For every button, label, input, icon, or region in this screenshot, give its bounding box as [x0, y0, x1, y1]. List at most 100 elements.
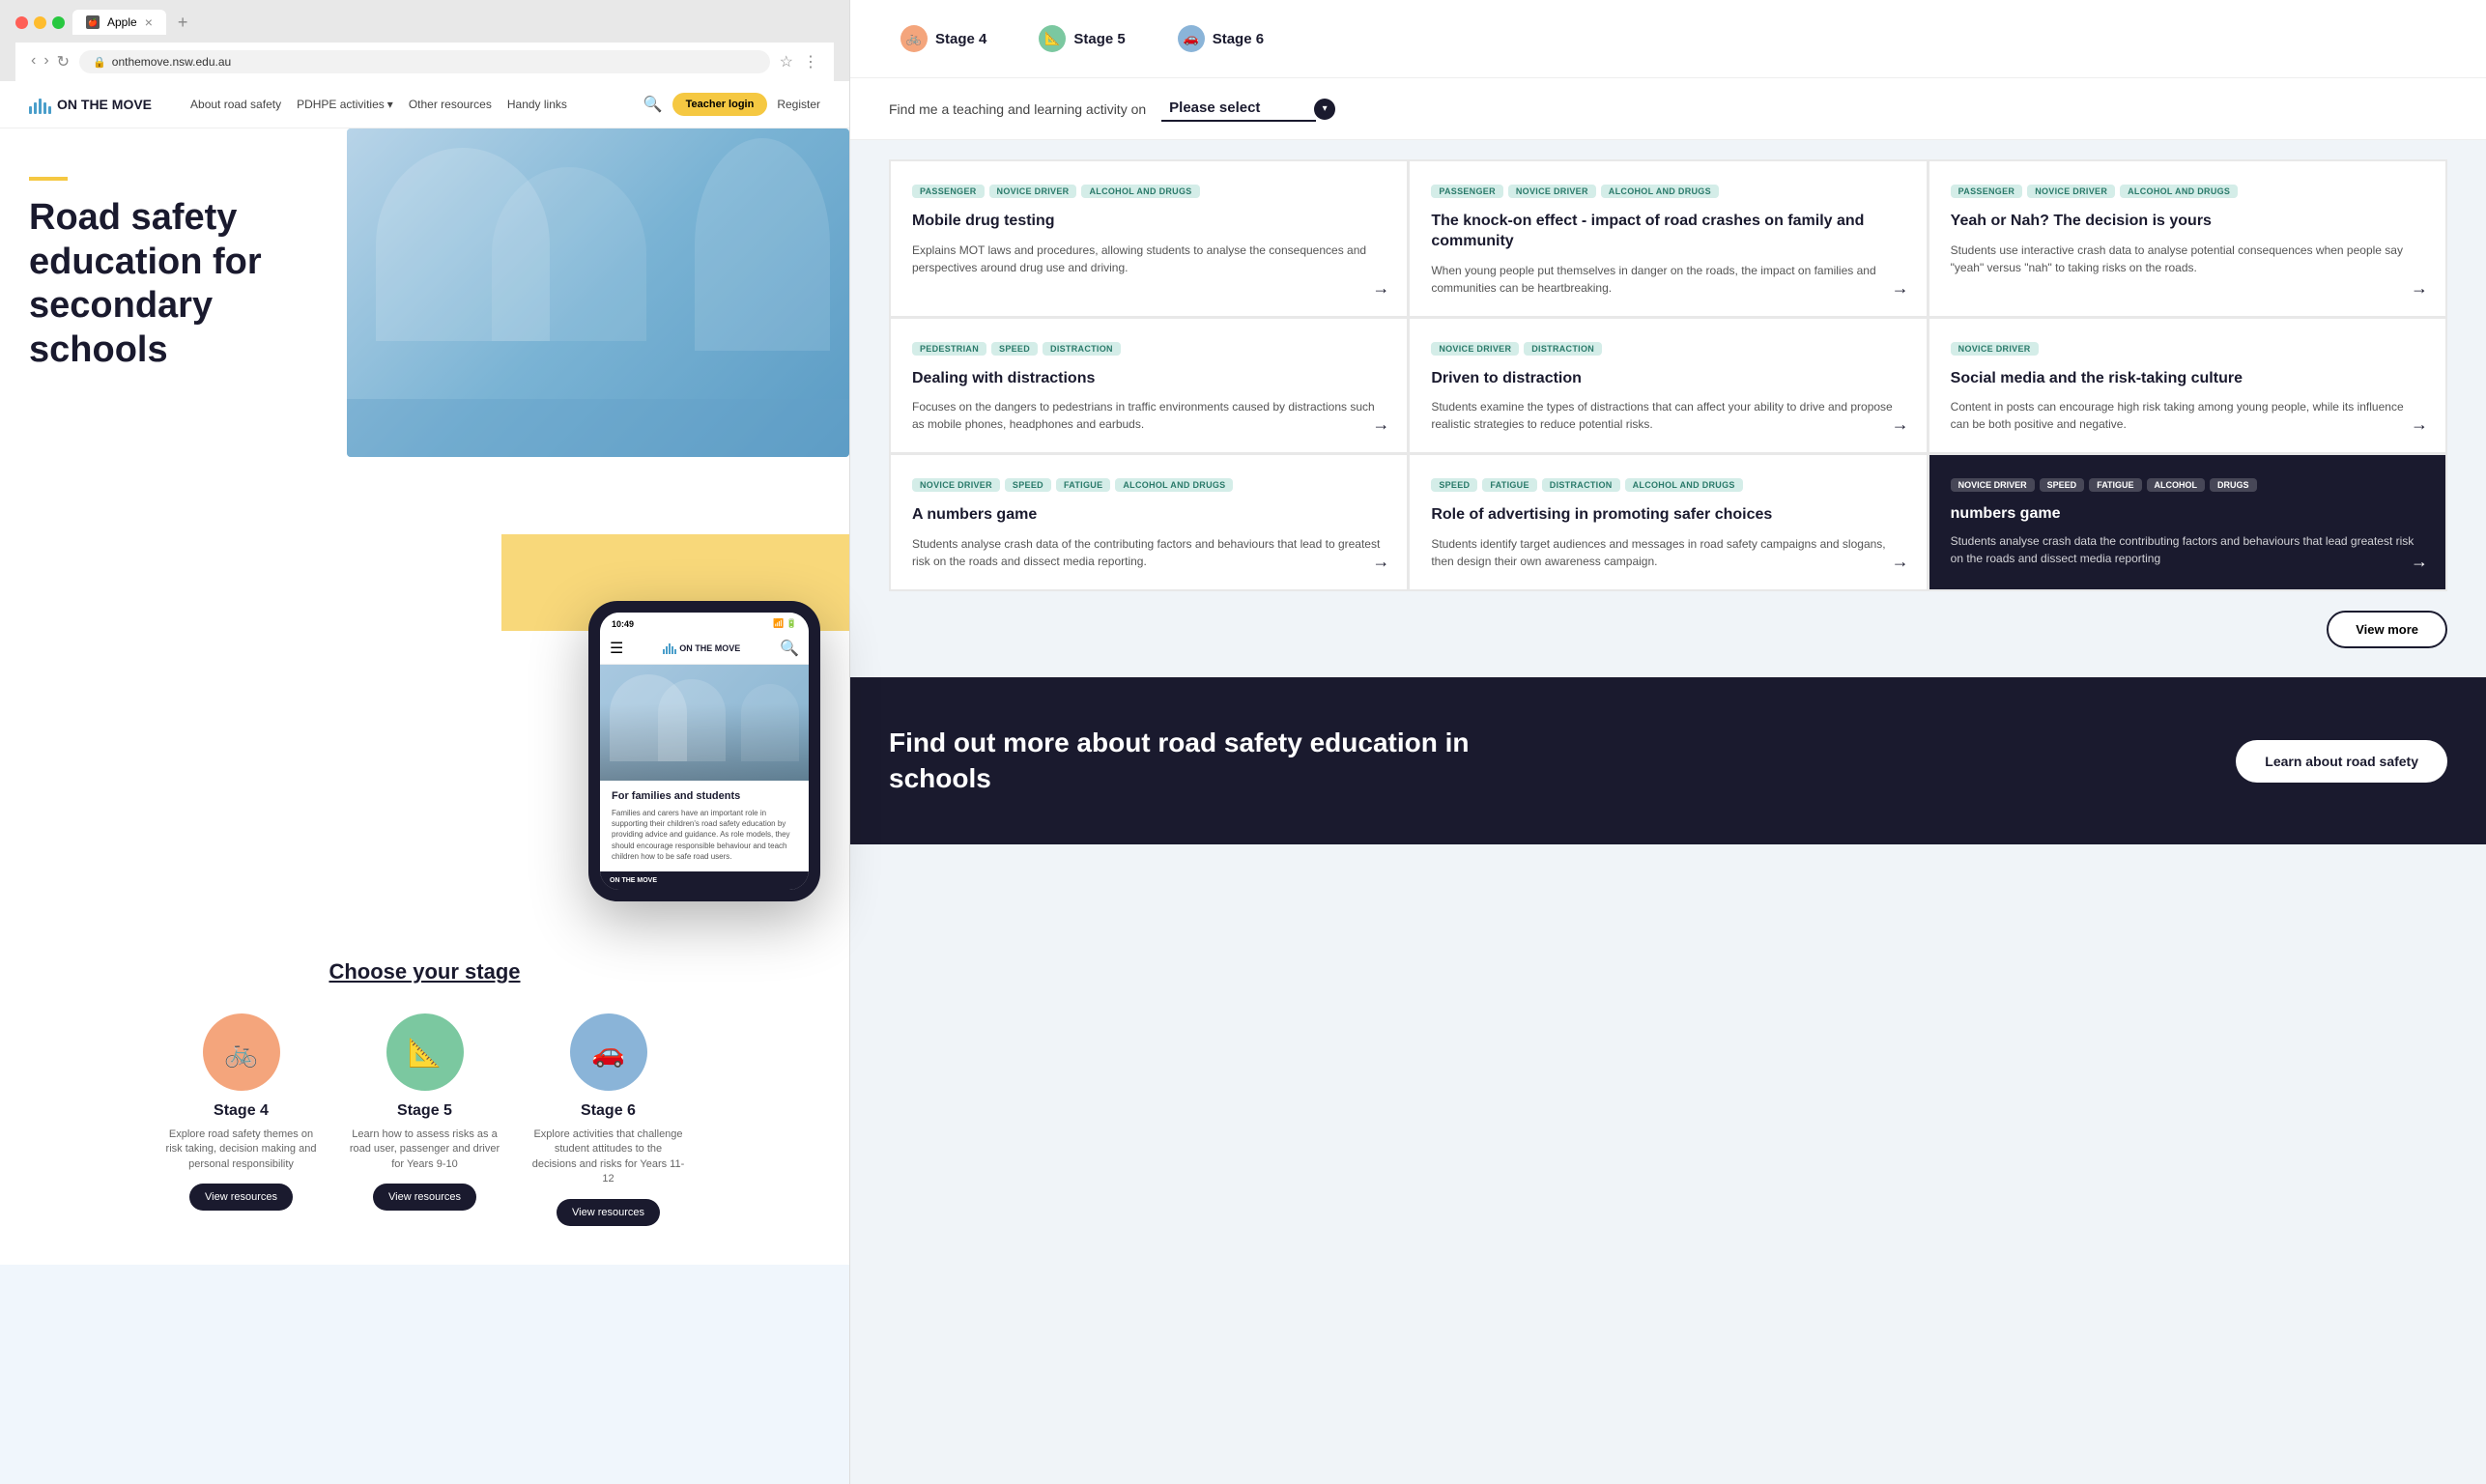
card-8-tags: SPEED FATIGUE DISTRACTION ALCOHOL AND DR…: [1431, 478, 1904, 492]
browser-chrome: 🍎 Apple × + ‹ › ↻ 🔒 onthemove.nsw.edu.au…: [0, 0, 849, 81]
stage-6-name: Stage 6: [531, 1102, 686, 1120]
card-3-desc: Students use interactive crash data to a…: [1951, 242, 2424, 276]
nav-about[interactable]: About road safety: [190, 98, 281, 111]
phone-logo-bars: [663, 642, 676, 654]
learn-about-road-safety-button[interactable]: Learn about road safety: [2236, 740, 2447, 783]
search-icon[interactable]: 🔍: [643, 95, 663, 114]
logo-text: ON THE MOVE: [57, 97, 152, 112]
card-7-arrow: →: [1372, 552, 1389, 572]
fullscreen-button[interactable]: [52, 16, 65, 29]
hero-students-bg: [347, 128, 849, 457]
browser-panel: 🍎 Apple × + ‹ › ↻ 🔒 onthemove.nsw.edu.au…: [0, 0, 850, 1484]
activity-card-numbers-game[interactable]: NOvIce DRIVER SPEED Fatigue ALCOHOL drug…: [1929, 454, 2446, 590]
activity-card-7[interactable]: NOVICE DRIVER SPEED FATIGUE ALCOHOL AND …: [890, 454, 1408, 590]
new-tab-button[interactable]: +: [178, 13, 188, 33]
activity-card-6[interactable]: NOVICE DRIVER Social media and the risk-…: [1929, 318, 2446, 454]
minimize-button[interactable]: [34, 16, 46, 29]
card-8-tag-3: DISTRACTION: [1542, 478, 1620, 492]
card-2-title: The knock-on effect - impact of road cra…: [1431, 212, 1904, 252]
phone-menu-icon[interactable]: ☰: [610, 639, 623, 658]
phone-footer-logo: ON THE MOVE: [610, 877, 657, 884]
stage-4-resources-button[interactable]: View resources: [189, 1184, 293, 1211]
card-7-title: A numbers game: [912, 505, 1386, 526]
address-bar[interactable]: 🔒 onthemove.nsw.edu.au: [79, 50, 770, 73]
stage-6-resources-button[interactable]: View resources: [557, 1199, 660, 1226]
stage-tab-4-icon: 🚲: [900, 25, 928, 52]
card-1-title: Mobile drug testing: [912, 212, 1386, 232]
more-icon[interactable]: ⋮: [803, 52, 818, 71]
card-8-tag-2: FATIGUE: [1482, 478, 1536, 492]
cards-grid-row-3: NOVICE DRIVER SPEED FATIGUE ALCOHOL AND …: [889, 454, 2447, 591]
activity-card-2[interactable]: PASSENGER NOVICE DRIVER ALCOHOL AND DRUG…: [1409, 160, 1927, 317]
stage-4-desc: Explore road safety themes on risk takin…: [164, 1127, 319, 1172]
back-button[interactable]: ‹: [31, 52, 36, 71]
forward-button[interactable]: ›: [43, 52, 48, 71]
card-8-arrow: →: [1892, 552, 1909, 572]
activity-card-4[interactable]: PEDESTRIAN SPEED DISTRACTION Dealing wit…: [890, 318, 1408, 454]
stage-card-6[interactable]: 🚗 Stage 6 Explore activities that challe…: [531, 1013, 686, 1226]
stage-tab-5-label: Stage 5: [1073, 31, 1125, 47]
stage-card-5[interactable]: 📐 Stage 5 Learn how to assess risks as a…: [348, 1013, 502, 1226]
hero-text: Road safety education for secondary scho…: [29, 177, 338, 372]
stage-card-4[interactable]: 🚲 Stage 4 Explore road safety themes on …: [164, 1013, 319, 1226]
phone-search-icon[interactable]: 🔍: [780, 639, 799, 658]
nav-other[interactable]: Other resources: [409, 98, 492, 111]
numbers-game-desc: Students analyse crash data the contribu…: [1951, 532, 2424, 567]
close-button[interactable]: [15, 16, 28, 29]
phone-hero-image: [600, 665, 809, 781]
url-text: onthemove.nsw.edu.au: [112, 55, 231, 69]
phone-mockup: 10:49 📶 🔋 ☰: [588, 601, 820, 901]
phone-nav: ☰ ON THE MOVE 🔍: [600, 633, 809, 665]
card-2-tag-3: ALCOHOL AND DRUGS: [1601, 185, 1719, 198]
card-7-desc: Students analyse crash data of the contr…: [912, 535, 1386, 570]
card-3-title: Yeah or Nah? The decision is yours: [1951, 212, 2424, 232]
stage-5-resources-button[interactable]: View resources: [373, 1184, 476, 1211]
stage-tab-6[interactable]: 🚗 Stage 6: [1166, 19, 1275, 58]
stage-tab-4[interactable]: 🚲 Stage 4: [889, 19, 998, 58]
stage-4-icon: 🚲: [203, 1013, 280, 1091]
card-1-tag-1: PASSENGER: [912, 185, 985, 198]
card-4-title: Dealing with distractions: [912, 369, 1386, 389]
filter-select[interactable]: Please select: [1161, 96, 1316, 122]
stage-tab-5[interactable]: 📐 Stage 5: [1027, 19, 1136, 58]
card-8-desc: Students identify target audiences and m…: [1431, 535, 1904, 570]
card-1-desc: Explains MOT laws and procedures, allowi…: [912, 242, 1386, 276]
card-1-tag-3: ALCOHOL AND DRUGS: [1081, 185, 1199, 198]
browser-tab[interactable]: 🍎 Apple ×: [72, 10, 166, 35]
reload-button[interactable]: ↻: [57, 52, 70, 71]
cards-grid-row-1: PASSENGER NOVICE DRIVER ALCOHOL AND DRUG…: [889, 159, 2447, 318]
phone-screen: 10:49 📶 🔋 ☰: [600, 613, 809, 890]
phone-bar-2: [666, 646, 668, 654]
activity-card-5[interactable]: NOVICE DRIVER DISTRACTION Driven to dist…: [1409, 318, 1927, 454]
hero-accent: [29, 177, 68, 181]
choose-stage-section: Choose your stage 🚲 Stage 4 Explore road…: [0, 921, 849, 1265]
view-more-button[interactable]: View more: [2327, 611, 2447, 648]
nav-handy[interactable]: Handy links: [507, 98, 567, 111]
card-4-tags: PEDESTRIAN SPEED DISTRACTION: [912, 342, 1386, 356]
register-button[interactable]: Register: [777, 98, 820, 111]
nav-actions: 🔍 Teacher login Register: [643, 93, 820, 116]
nav-pdhpe[interactable]: PDHPE activities ▾: [297, 98, 393, 111]
phone-footer: ON THE MOVE: [600, 871, 809, 890]
view-more-section: View more: [850, 591, 2486, 668]
activity-card-8[interactable]: SPEED FATIGUE DISTRACTION ALCOHOL AND DR…: [1409, 454, 1927, 590]
tab-close-button[interactable]: ×: [145, 14, 153, 30]
card-2-tag-1: PASSENGER: [1431, 185, 1503, 198]
teacher-login-button[interactable]: Teacher login: [672, 93, 768, 116]
card-1-arrow: →: [1372, 278, 1389, 299]
cards-grid-row-2: PEDESTRIAN SPEED DISTRACTION Dealing wit…: [889, 318, 2447, 455]
bookmark-icon[interactable]: ☆: [780, 52, 793, 71]
activity-card-3[interactable]: PASSENGER NOVICE DRIVER ALCOHOL AND DRUG…: [1929, 160, 2446, 317]
activity-card-1[interactable]: PASSENGER NOVICE DRIVER ALCOHOL AND DRUG…: [890, 160, 1408, 317]
numbers-tag-2: SPEED: [2040, 478, 2085, 492]
phone-time: 10:49: [612, 619, 634, 629]
card-5-arrow: →: [1892, 414, 1909, 435]
card-3-tag-3: ALCOHOL AND DRUGS: [2120, 185, 2238, 198]
site-logo[interactable]: ON THE MOVE: [29, 95, 152, 114]
site-nav: ON THE MOVE About road safety PDHPE acti…: [0, 81, 849, 128]
card-5-tag-1: NOVICE DRIVER: [1431, 342, 1519, 356]
numbers-game-tags: NOvIce DRIVER SPEED Fatigue ALCOHOL drug…: [1951, 478, 2424, 492]
stage-5-name: Stage 5: [348, 1102, 502, 1120]
hero-section: Road safety education for secondary scho…: [0, 128, 849, 631]
phone-content: For families and students Families and c…: [600, 781, 809, 871]
